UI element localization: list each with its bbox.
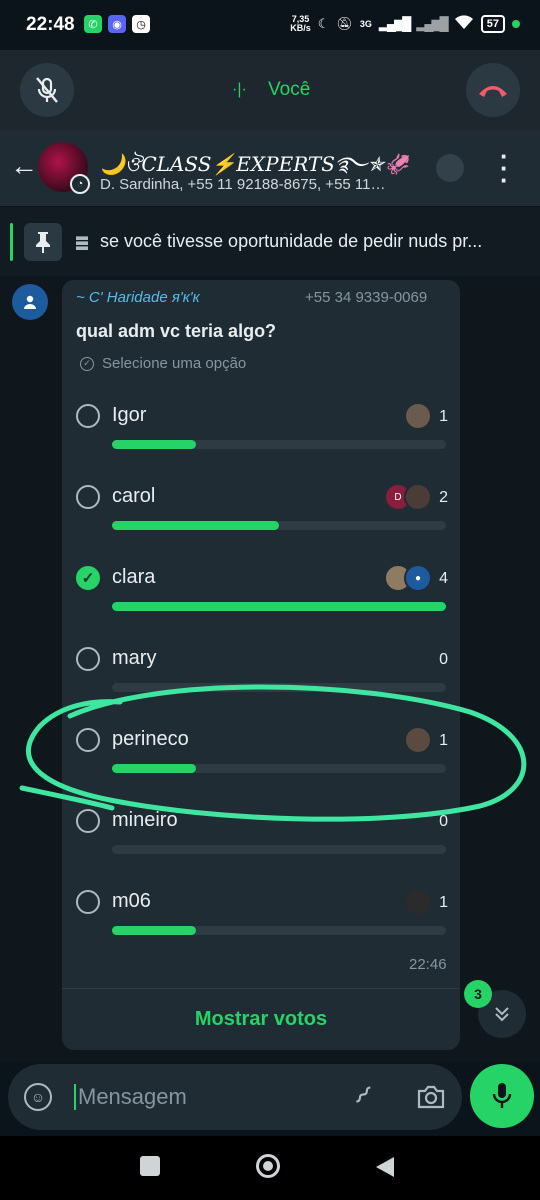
double-chevron-down-icon — [495, 1007, 509, 1022]
home-dot-icon — [263, 1161, 273, 1171]
unread-count-badge: 3 — [464, 980, 492, 1008]
annotation-circle — [19, 684, 527, 822]
camera-icon[interactable] — [416, 1084, 446, 1110]
sticker-icon[interactable]: ☺ — [24, 1083, 52, 1111]
mic-icon — [492, 1083, 512, 1108]
back-button[interactable] — [374, 1155, 396, 1179]
home-button[interactable] — [256, 1154, 280, 1178]
attach-icon[interactable]: ⌇ — [347, 1080, 378, 1111]
message-input[interactable]: Mensagem — [74, 1084, 187, 1110]
recents-button[interactable] — [140, 1156, 160, 1176]
message-composer: ☺ Mensagem ⌇ — [8, 1064, 462, 1130]
system-nav-bar — [0, 1136, 540, 1200]
voice-record-button[interactable] — [470, 1064, 534, 1128]
